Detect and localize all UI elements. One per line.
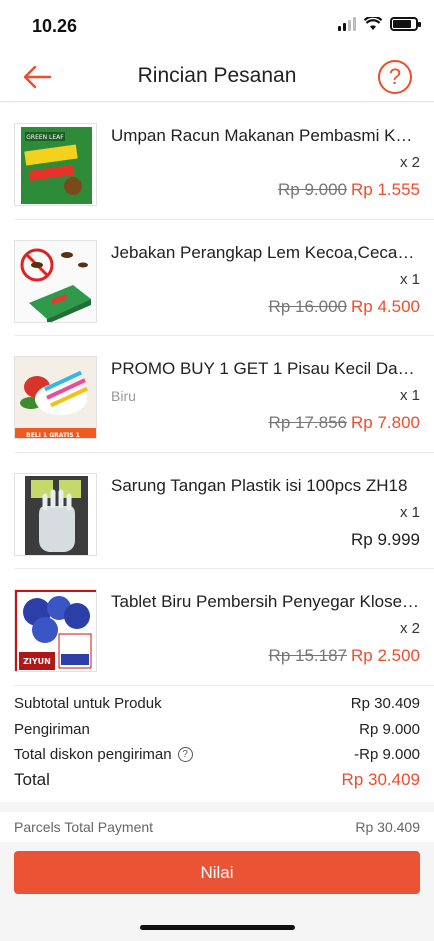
shipping-discount-row: Total diskon pengiriman ? -Rp 9.000	[14, 746, 420, 763]
order-item[interactable]: ZIYUN Tablet Biru Pembersih Penyegar Klo…	[14, 569, 434, 686]
parcels-total-row: Parcels Total Payment Rp 30.409	[0, 812, 434, 842]
product-thumbnail	[14, 239, 97, 323]
help-button[interactable]: ?	[378, 60, 412, 94]
discounted-price: Rp 7.800	[351, 413, 420, 432]
subtotal-label: Subtotal untuk Produk	[14, 695, 162, 712]
back-button[interactable]	[20, 62, 56, 92]
discounted-price: Rp 2.500	[351, 646, 420, 665]
product-image	[15, 473, 96, 555]
wifi-icon	[364, 17, 382, 30]
product-name: PROMO BUY 1 GET 1 Pisau Kecil Dapur ...	[111, 359, 421, 378]
order-item[interactable]: BELI 1 GRATIS 1 PROMO BUY 1 GET 1 Pisau …	[14, 336, 434, 453]
home-indicator	[140, 925, 295, 930]
order-item[interactable]: GREEN LEAF Umpan Racun Makanan Pembasmi …	[14, 103, 434, 220]
product-image: BELI 1 GRATIS 1	[15, 357, 96, 439]
product-thumbnail: GREEN LEAF	[14, 123, 97, 206]
thumb-brand-text: GREEN LEAF	[26, 134, 64, 141]
page-title: Rincian Pesanan	[137, 64, 297, 87]
rate-button[interactable]: Nilai	[14, 851, 420, 894]
product-quantity: x 2	[399, 154, 420, 171]
order-summary: Subtotal untuk Produk Rp 30.409 Pengirim…	[0, 686, 434, 802]
arrow-left-icon	[23, 65, 52, 89]
thumb-promo-text: BELI 1 GRATIS 1	[26, 432, 80, 439]
product-quantity: x 1	[399, 387, 420, 404]
product-name: Umpan Racun Makanan Pembasmi Keco...	[111, 126, 421, 145]
product-thumbnail: ZIYUN	[14, 589, 97, 672]
subtotal-value: Rp 30.409	[350, 695, 420, 712]
shipping-discount-label: Total diskon pengiriman	[14, 746, 172, 763]
parcels-total-label: Parcels Total Payment	[14, 819, 154, 835]
product-price: Rp 9.999	[351, 529, 420, 549]
product-image: ZIYUN	[15, 590, 96, 671]
original-price: Rp 9.000	[278, 180, 347, 199]
original-price: Rp 16.000	[268, 296, 347, 316]
product-thumbnail	[14, 472, 97, 556]
price-group: Rp 9.000 Rp 1.555	[278, 180, 420, 200]
header: Rincian Pesanan ?	[0, 52, 434, 102]
product-name: Jebakan Perangkap Lem Kecoa,Cecak, ...	[111, 242, 421, 262]
battery-icon	[390, 17, 421, 31]
question-icon[interactable]: ?	[177, 747, 193, 762]
parcels-total-value: Rp 30.409	[355, 819, 420, 835]
thumb-brand-text: ZIYUN	[23, 657, 51, 666]
order-item[interactable]: Sarung Tangan Plastik isi 100pcs ZH18 x …	[14, 453, 434, 569]
shipping-value: Rp 9.000	[359, 721, 420, 738]
product-thumbnail: BELI 1 GRATIS 1	[14, 356, 97, 439]
status-time: 10.26	[32, 16, 78, 36]
discounted-price: Rp 4.500	[351, 296, 420, 316]
price-group: Rp 9.999	[351, 530, 420, 550]
product-quantity: x 2	[399, 620, 420, 637]
product-quantity: x 1	[399, 503, 420, 521]
shipping-discount-value: -Rp 9.000	[354, 746, 420, 763]
cellular-signal-icon	[338, 17, 356, 31]
product-quantity: x 1	[399, 270, 420, 288]
status-icons	[338, 17, 421, 31]
discounted-price: Rp 1.555	[351, 180, 420, 199]
bottom-action-bar: Nilai	[0, 842, 434, 941]
shipping-row: Pengiriman Rp 9.000	[14, 721, 420, 738]
total-label: Total	[14, 770, 50, 789]
status-bar: 10.26	[0, 0, 434, 52]
subtotal-row: Subtotal untuk Produk Rp 30.409	[14, 695, 420, 712]
shipping-discount-label-group: Total diskon pengiriman ?	[14, 746, 193, 763]
product-name: Tablet Biru Pembersih Penyegar Kloset T.…	[111, 592, 421, 611]
order-item[interactable]: Jebakan Perangkap Lem Kecoa,Cecak, ... x…	[14, 220, 434, 336]
price-group: Rp 15.187 Rp 2.500	[269, 646, 420, 666]
product-image: GREEN LEAF	[15, 124, 96, 205]
total-row: Total Rp 30.409	[14, 770, 420, 790]
order-items-list: GREEN LEAF Umpan Racun Makanan Pembasmi …	[0, 103, 434, 686]
product-image	[15, 240, 96, 322]
price-group: Rp 17.856 Rp 7.800	[269, 413, 420, 433]
original-price: Rp 15.187	[268, 646, 347, 665]
shipping-label: Pengiriman	[14, 721, 90, 738]
price-group: Rp 16.000 Rp 4.500	[269, 297, 420, 317]
original-price: Rp 17.856	[268, 413, 347, 432]
product-name: Sarung Tangan Plastik isi 100pcs ZH18	[111, 475, 408, 495]
product-variant: Biru	[111, 388, 136, 404]
total-value: Rp 30.409	[341, 770, 420, 789]
